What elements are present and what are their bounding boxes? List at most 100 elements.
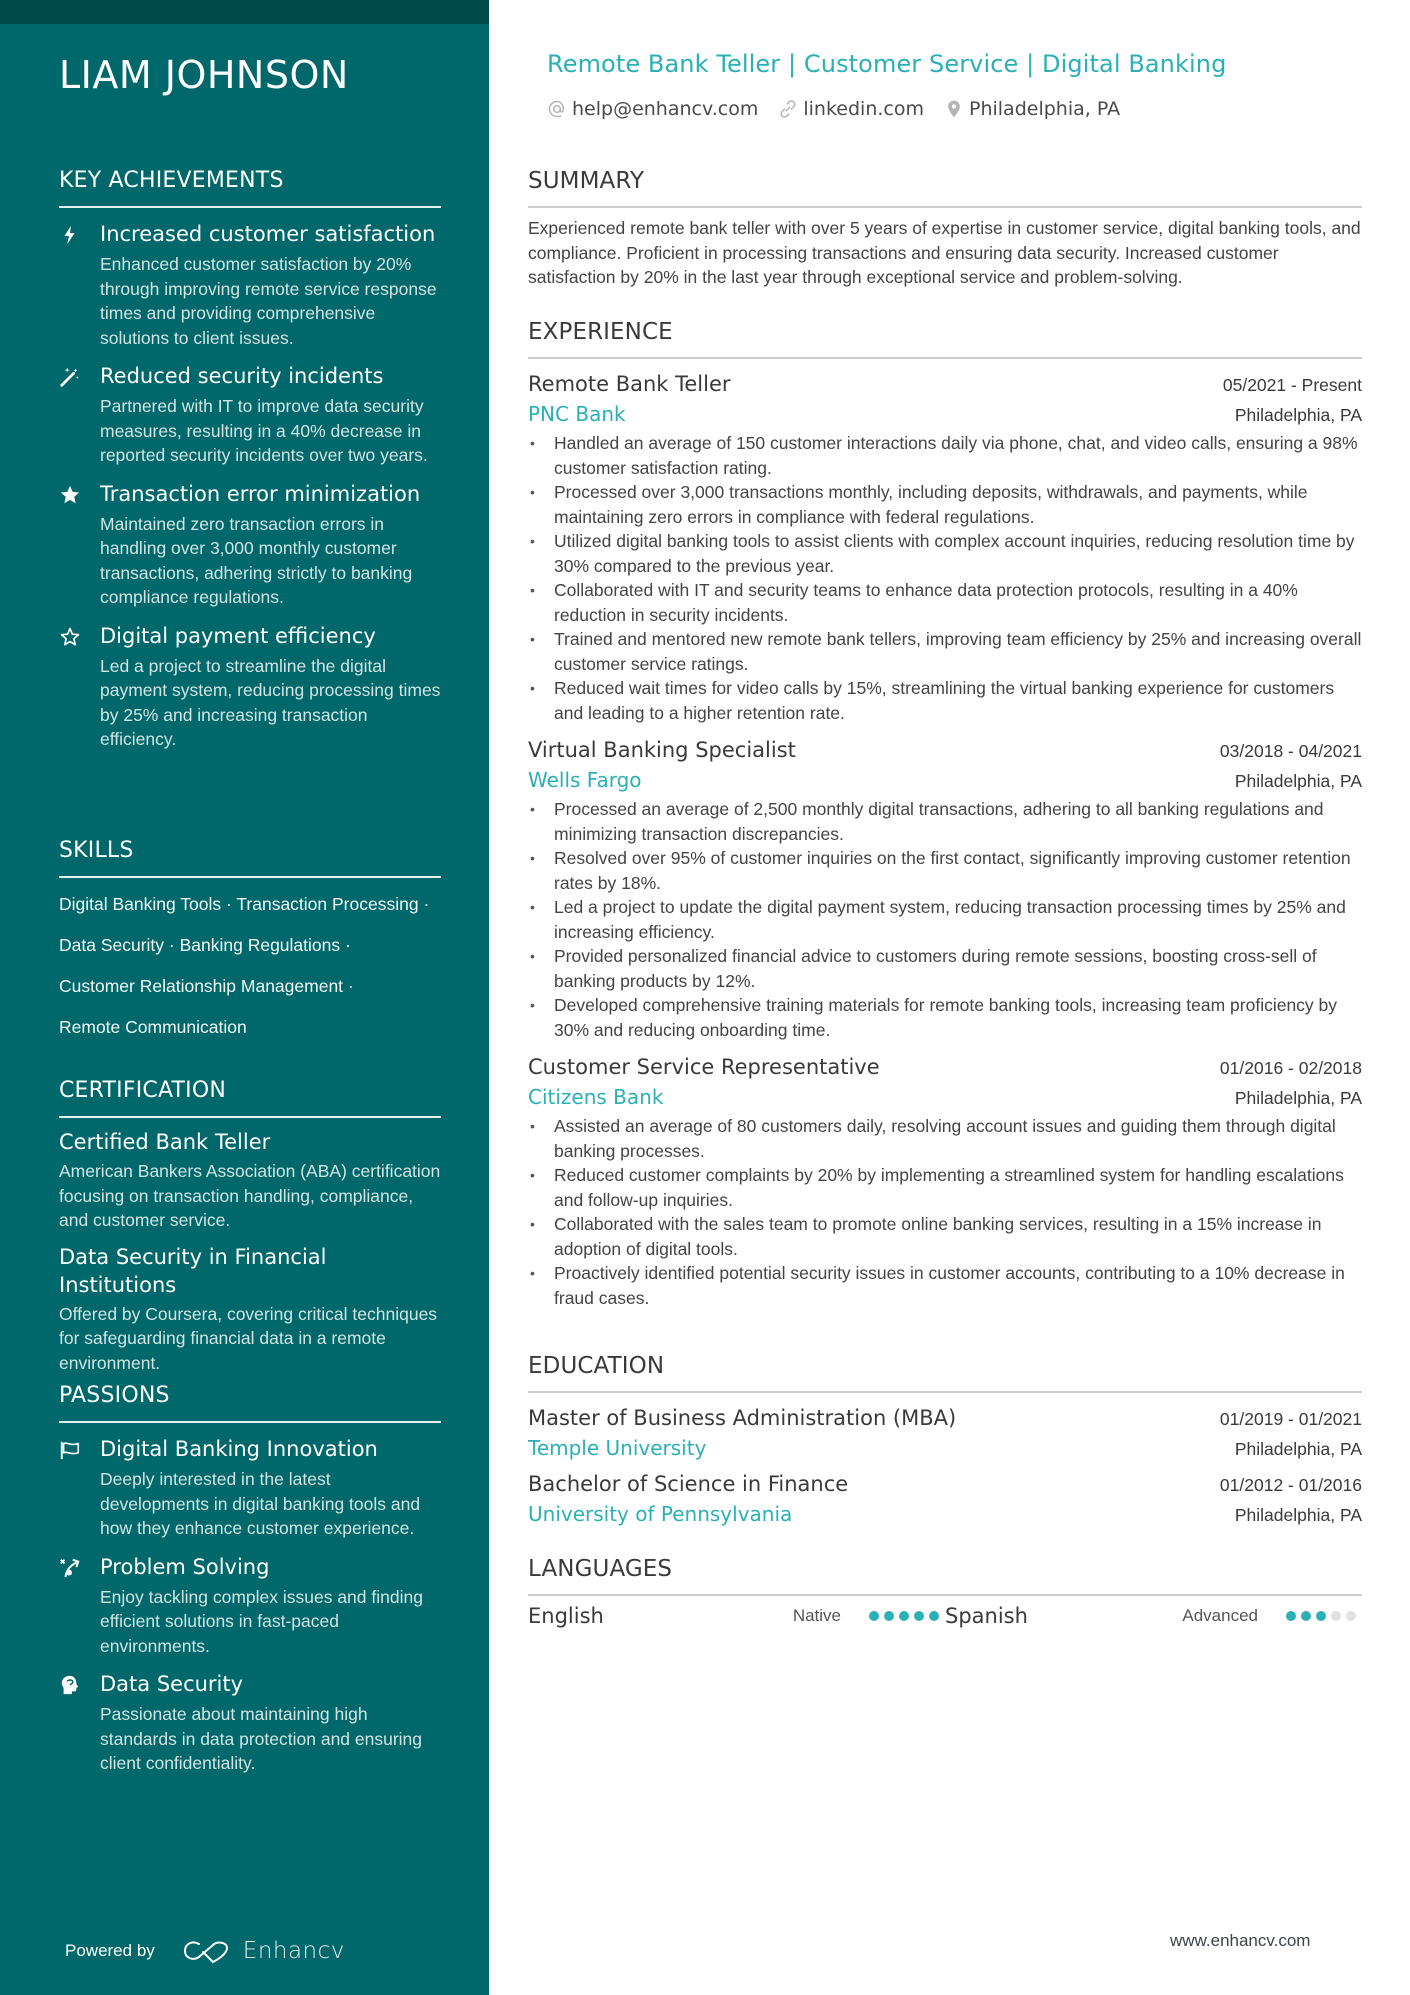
certification-desc: American Bankers Association (ABA) certi… (59, 1161, 441, 1230)
job-title: Virtual Banking Specialist (528, 738, 796, 762)
achievements-heading: KEY ACHIEVEMENTS (59, 166, 441, 208)
sidebar: LIAM JOHNSON KEY ACHIEVEMENTS Increased … (0, 0, 489, 1995)
passion-item: Problem Solving Enjoy tackling complex i… (59, 1553, 441, 1659)
rating-dot-filled (884, 1611, 894, 1621)
job-location: Philadelphia, PA (1234, 1088, 1362, 1108)
rating-dot-filled (1316, 1611, 1326, 1621)
job-bullet: Processed an average of 2,500 monthly di… (528, 797, 1362, 846)
contact-linkedin[interactable]: linkedin.com (778, 98, 924, 120)
job-bullet: Handled an average of 150 customer inter… (528, 431, 1362, 480)
candidate-name: LIAM JOHNSON (59, 53, 349, 97)
achievement-title: Digital payment efficiency (100, 623, 376, 648)
education-school: Temple University (528, 1436, 707, 1460)
certification-section: CERTIFICATION Certified Bank Teller Amer… (59, 1076, 441, 1375)
job-bullet: Utilized digital banking tools to assist… (528, 529, 1362, 578)
passion-desc: Deeply interested in the latest developm… (100, 1469, 421, 1538)
achievement-title: Reduced security incidents (100, 364, 384, 388)
summary-heading: SUMMARY (528, 166, 1362, 208)
job-entry: Remote Bank Teller 05/2021 - Present PNC… (528, 369, 1362, 725)
rating-dot-filled (1301, 1611, 1311, 1621)
education-school: University of Pennsylvania (528, 1502, 793, 1526)
job-bullet: Trained and mentored new remote bank tel… (528, 627, 1362, 676)
education-location: Philadelphia, PA (1234, 1439, 1362, 1459)
job-bullet: Provided personalized financial advice t… (528, 944, 1362, 993)
passion-item: Data Security Passionate about maintaini… (59, 1670, 441, 1776)
job-dates: 01/2016 - 02/2018 (1219, 1058, 1362, 1078)
job-location: Philadelphia, PA (1234, 771, 1362, 791)
job-entry: Customer Service Representative 01/2016 … (528, 1052, 1362, 1310)
certification-title: Data Security in Financial Institutions (59, 1244, 327, 1297)
job-bullets: Handled an average of 150 customer inter… (528, 431, 1362, 725)
achievement-desc: Maintained zero transaction errors in ha… (100, 513, 413, 608)
contact-row: help@enhancv.com linkedin.com Philadelph… (547, 98, 1140, 120)
skill-line: Remote Communication (59, 1017, 247, 1037)
rating-dot-filled (899, 1611, 909, 1621)
powered-by: Powered by Enhancv (65, 1938, 345, 1964)
enhancv-logo[interactable]: Enhancv (183, 1938, 345, 1964)
achievement-desc: Led a project to streamline the digital … (100, 655, 441, 750)
education-location: Philadelphia, PA (1234, 1505, 1362, 1525)
job-dates: 05/2021 - Present (1222, 375, 1362, 395)
passion-title: Problem Solving (100, 1554, 270, 1579)
rating-dot-filled (869, 1611, 879, 1621)
skill-line: Digital Banking Tools · Transaction Proc… (59, 894, 430, 914)
passion-title: Data Security (100, 1672, 244, 1696)
language-name: Spanish (945, 1604, 1028, 1628)
contact-location: Philadelphia, PA (944, 98, 1120, 120)
achievement-title: Transaction error minimization (100, 481, 421, 506)
education-degree: Bachelor of Science in Finance (528, 1472, 849, 1496)
language-rating (1286, 1611, 1362, 1621)
rating-dot-filled (1286, 1611, 1296, 1621)
education-entry: Master of Business Administration (MBA) … (528, 1403, 1362, 1463)
sidebar-top-band (0, 0, 489, 24)
job-title: Remote Bank Teller (528, 372, 731, 396)
job-bullet: Collaborated with IT and security teams … (528, 578, 1362, 627)
passion-desc: Enjoy tackling complex issues and findin… (100, 1586, 423, 1656)
achievement-desc: Partnered with IT to improve data securi… (100, 396, 428, 465)
job-bullet: Developed comprehensive training materia… (528, 993, 1362, 1042)
certification-desc: Offered by Coursera, covering critical t… (59, 1303, 438, 1373)
languages-heading: LANGUAGES (528, 1554, 1362, 1596)
flag-icon (59, 1435, 100, 1460)
job-company: Citizens Bank (528, 1085, 664, 1109)
achievement-item: Reduced security incidents Partnered wit… (59, 362, 441, 468)
summary-text: Experienced remote bank teller with over… (528, 218, 1361, 287)
job-company: Wells Fargo (528, 768, 642, 792)
contact-email[interactable]: help@enhancv.com (547, 98, 758, 120)
strategy-icon (59, 1553, 100, 1577)
job-bullet: Proactively identified potential securit… (528, 1261, 1362, 1310)
certification-item: Data Security in Financial Institutions … (59, 1243, 441, 1376)
rating-dot-filled (914, 1611, 924, 1621)
magic-wand-icon (59, 362, 100, 387)
star-outline-icon (59, 622, 100, 646)
language-level: Advanced (1182, 1606, 1258, 1625)
experience-section: EXPERIENCE Remote Bank Teller 05/2021 - … (528, 317, 1362, 1310)
experience-heading: EXPERIENCE (528, 317, 1362, 359)
education-degree: Master of Business Administration (MBA) (528, 1406, 957, 1430)
language-item: English Native (528, 1604, 945, 1628)
job-bullet: Reduced customer complaints by 20% by im… (528, 1163, 1362, 1212)
contact-email-text: help@enhancv.com (572, 98, 759, 120)
contact-location-text: Philadelphia, PA (969, 98, 1121, 120)
passion-item: Digital Banking Innovation Deeply intere… (59, 1435, 441, 1541)
skills-section: SKILLS Digital Banking Tools · Transacti… (59, 836, 441, 1048)
language-item: Spanish Advanced (945, 1604, 1362, 1628)
job-location: Philadelphia, PA (1234, 405, 1362, 425)
education-entry: Bachelor of Science in Finance 01/2012 -… (528, 1469, 1362, 1529)
skills-list: Digital Banking Tools · Transaction Proc… (59, 884, 441, 1048)
skills-heading: SKILLS (59, 836, 441, 878)
summary-section: SUMMARY Experienced remote bank teller w… (528, 166, 1362, 290)
headline: Remote Bank Teller | Customer Service | … (547, 50, 1227, 78)
footer-url[interactable]: www.enhancv.com (1170, 1931, 1310, 1951)
education-dates: 01/2019 - 01/2021 (1219, 1409, 1362, 1429)
location-pin-icon (948, 100, 960, 118)
job-bullet: Collaborated with the sales team to prom… (528, 1212, 1362, 1261)
languages-row: English Native Spanish Advanced (528, 1604, 1362, 1628)
certification-title: Certified Bank Teller (59, 1130, 271, 1154)
passion-desc: Passionate about maintaining high standa… (100, 1704, 423, 1773)
brain-head-icon (59, 1670, 100, 1695)
job-company: PNC Bank (528, 402, 626, 426)
languages-section: LANGUAGES English Native Spanish Advance… (528, 1554, 1362, 1628)
job-bullets: Processed an average of 2,500 monthly di… (528, 797, 1362, 1042)
language-rating (869, 1611, 945, 1621)
